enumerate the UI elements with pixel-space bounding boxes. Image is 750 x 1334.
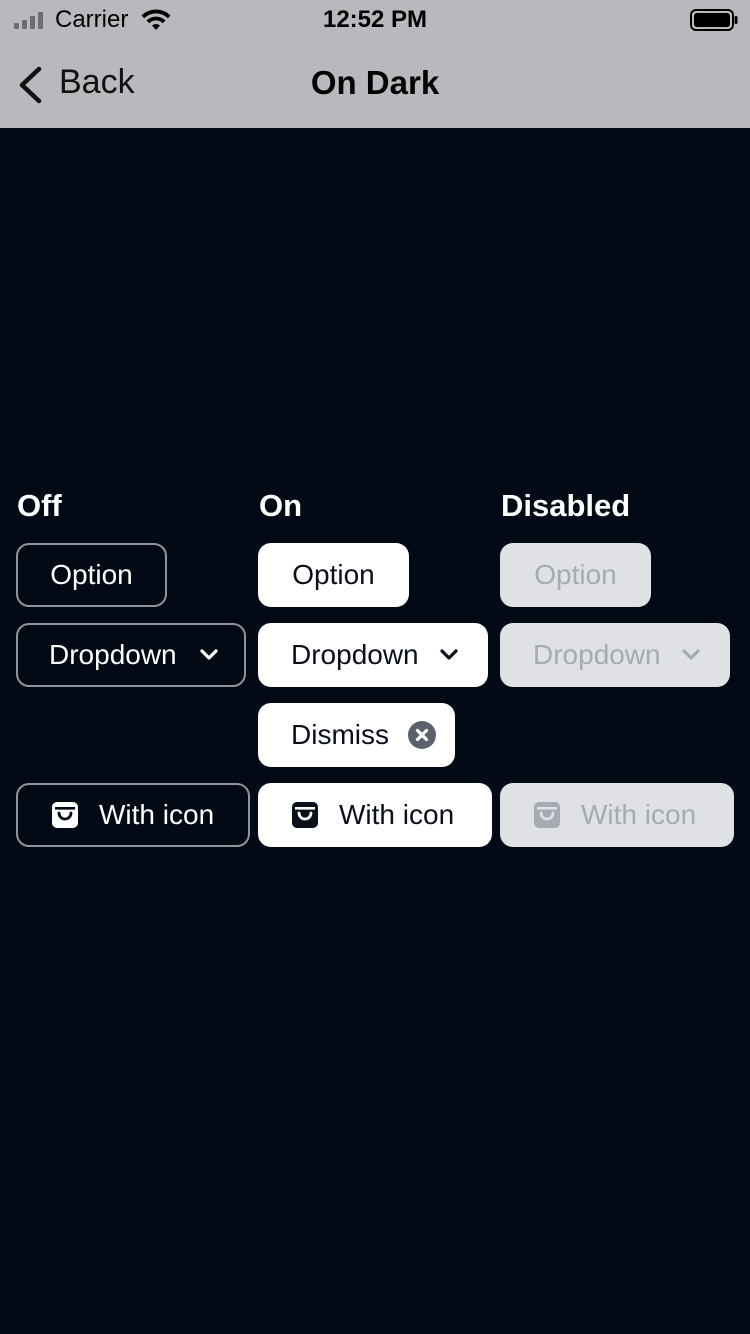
chevron-down-icon (681, 648, 701, 662)
page-title: On Dark (310, 64, 440, 101)
column-header-on: On (259, 488, 303, 523)
bag-icon (51, 801, 79, 829)
option-chip-disabled: Option (500, 543, 651, 607)
chip-label: Option (534, 559, 617, 590)
dropdown-chip-on[interactable]: Dropdown (258, 623, 488, 687)
navigation-bar: Back On Dark (0, 40, 750, 128)
chip-label: With icon (99, 799, 215, 830)
chip-label: Dropdown (49, 639, 177, 670)
dropdown-chip-off[interactable]: Dropdown (16, 623, 246, 687)
chip-label: Option (292, 559, 375, 590)
bag-icon (291, 801, 319, 829)
chip-label: With icon (339, 799, 455, 830)
chip-label: Dropdown (291, 639, 419, 670)
chip-label: With icon (581, 799, 697, 830)
dropdown-chip-disabled: Dropdown (500, 623, 730, 687)
chevron-down-icon (199, 648, 219, 662)
option-chip-off[interactable]: Option (16, 543, 167, 607)
with-icon-chip-disabled: With icon (500, 783, 734, 847)
dismiss-chip-on[interactable]: Dismiss (258, 703, 455, 767)
option-chip-on[interactable]: Option (258, 543, 409, 607)
chip-label: Dropdown (533, 639, 661, 670)
column-header-disabled: Disabled (501, 488, 631, 523)
chevron-down-icon (439, 648, 459, 662)
status-time: 12:52 PM (322, 6, 428, 33)
chip-label: Dismiss (291, 719, 389, 750)
bag-icon (533, 801, 561, 829)
close-circle-icon[interactable] (407, 720, 437, 750)
status-bar: Carrier 12:52 PM (0, 0, 750, 40)
battery-icon (690, 9, 738, 31)
with-icon-chip-off[interactable]: With icon (16, 783, 250, 847)
chip-label: Option (50, 559, 133, 590)
column-header-off: Off (17, 488, 62, 523)
with-icon-chip-on[interactable]: With icon (258, 783, 492, 847)
